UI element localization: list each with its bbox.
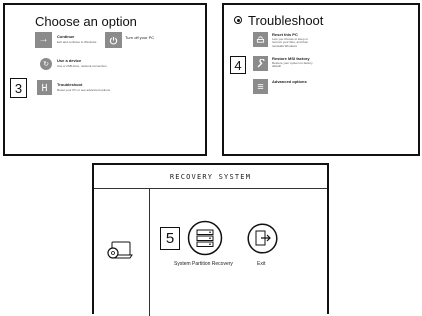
- back-arrow-icon: [236, 18, 240, 22]
- back-button[interactable]: [234, 16, 242, 24]
- wrench-icon: [257, 58, 265, 67]
- option-desc: Use a USB drive, network connection: [57, 64, 107, 68]
- exit-icon: [247, 223, 278, 254]
- troubleshoot-screen: Troubleshoot Reset this PC Lets you choo…: [222, 3, 420, 156]
- option-desc: Exit and continue to Windows: [57, 40, 97, 44]
- step-number-badge: 5: [160, 227, 180, 250]
- page-title: Choose an option: [35, 14, 137, 29]
- troubleshoot-button[interactable]: [37, 80, 52, 95]
- reset-pc-button[interactable]: [253, 32, 268, 47]
- reset-pc-icon: [256, 36, 265, 43]
- laptop-disc-icon: [107, 241, 133, 259]
- recovery-title: RECOVERY SYSTEM: [169, 172, 252, 181]
- choose-an-option-screen: Choose an option → Continue Exit and con…: [3, 3, 207, 156]
- use-device-button[interactable]: ↻: [40, 58, 52, 70]
- checklist-icon: [257, 84, 264, 89]
- refresh-icon: ↻: [43, 60, 49, 68]
- exit-label: Exit: [257, 261, 266, 267]
- step-number-badge: 3: [10, 78, 27, 98]
- tools-icon: [42, 83, 47, 92]
- option-title: Turn off your PC: [125, 35, 155, 40]
- advanced-options-button[interactable]: [253, 79, 268, 94]
- option-title: Use a device: [57, 58, 82, 63]
- option-desc: Reset your PC or see advanced options: [57, 88, 111, 92]
- restore-factory-button[interactable]: [253, 56, 268, 71]
- continue-button[interactable]: →: [35, 32, 52, 48]
- option-title: Troubleshoot: [57, 82, 83, 87]
- recovery-title-bar: RECOVERY SYSTEM: [94, 165, 327, 189]
- option-title: Advanced options: [272, 79, 307, 84]
- system-partition-recovery-label: System Partition Recovery: [174, 261, 233, 267]
- exit-button[interactable]: [247, 223, 278, 254]
- turn-off-button[interactable]: [105, 32, 122, 48]
- recovery-system-screen: RECOVERY SYSTEM 5 System Partition Recov…: [92, 163, 329, 316]
- step-number-badge: 4: [230, 56, 246, 74]
- arrow-right-icon: →: [38, 34, 49, 45]
- system-partition-recovery-button[interactable]: [187, 220, 223, 256]
- option-title: Continue: [57, 34, 75, 39]
- drives-icon: [187, 220, 223, 256]
- option-desc: Lets you choose to keep or remove your f…: [272, 37, 309, 48]
- option-desc: Restore your system to factory default: [272, 61, 313, 69]
- recovery-side-panel: [94, 189, 150, 316]
- page-title: Troubleshoot: [248, 13, 324, 28]
- power-icon: [109, 36, 118, 44]
